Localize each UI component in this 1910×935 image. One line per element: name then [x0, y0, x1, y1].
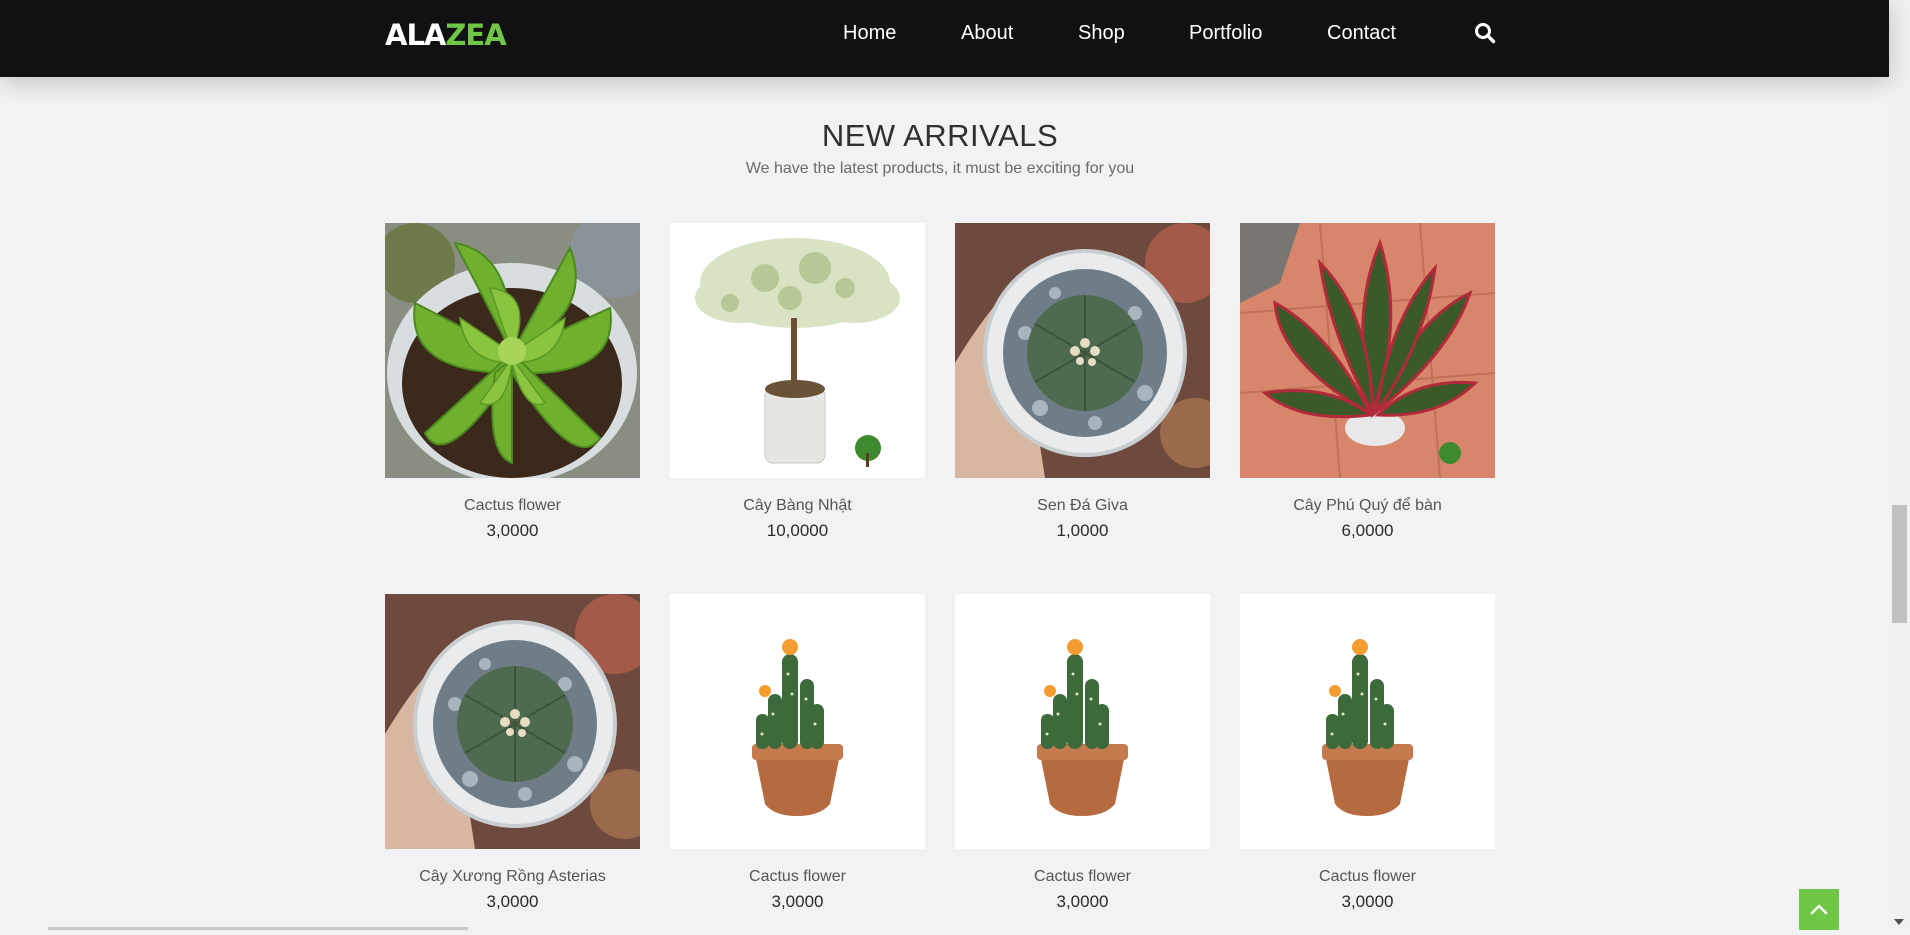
product-image-echeveria[interactable] [385, 223, 640, 478]
product-image-aglaonema[interactable] [1240, 223, 1495, 478]
nav-shop[interactable]: Shop [1078, 21, 1125, 45]
product-card[interactable]: Cactus flower 3,0000 [385, 223, 640, 541]
product-image-astrophytum[interactable] [955, 223, 1210, 478]
product-name[interactable]: Cactus flower [385, 496, 640, 516]
product-price: 3,0000 [1056, 892, 1109, 911]
product-price: 3,0000 [486, 521, 539, 540]
product-name[interactable]: Cây Bàng Nhật [670, 496, 925, 516]
product-name[interactable]: Cactus flower [1240, 867, 1495, 887]
product-price: 3,0000 [771, 892, 824, 911]
product-card[interactable]: Cactus flower 3,0000 [955, 594, 1210, 912]
product-card[interactable]: Cây Xương Rồng Asterias 3,0000 [385, 594, 640, 912]
product-card[interactable]: Cây Bàng Nhật 10,0000 [670, 223, 925, 541]
product-name[interactable]: Sen Đá Giva [955, 496, 1210, 516]
scroll-down-arrow-icon[interactable] [1894, 919, 1904, 925]
product-card[interactable]: Sen Đá Giva 1,0000 [955, 223, 1210, 541]
product-price: 10,0000 [766, 521, 829, 540]
product-image-cactus[interactable] [670, 594, 925, 849]
product-name[interactable]: Cactus flower [670, 867, 925, 887]
scrollbar-thumb[interactable] [1892, 505, 1907, 623]
nav-home[interactable]: Home [843, 21, 896, 45]
product-grid: Cactus flower 3,0000 Cây Bàng Nhật 10,00… [0, 0, 1889, 930]
product-price: 1,0000 [1056, 521, 1109, 540]
product-card[interactable]: Cây Phú Quý để bàn 6,0000 [1240, 223, 1495, 541]
product-name[interactable]: Cây Phú Quý để bàn [1240, 496, 1495, 516]
product-image-bang-tree[interactable] [670, 223, 925, 478]
nav-about[interactable]: About [961, 21, 1013, 45]
product-name[interactable]: Cactus flower [955, 867, 1210, 887]
product-price: 3,0000 [1341, 892, 1394, 911]
page-scrollbar[interactable] [1889, 0, 1910, 930]
nav-contact[interactable]: Contact [1327, 21, 1396, 45]
search-icon[interactable] [1474, 22, 1496, 44]
chevron-up-icon [1810, 904, 1828, 915]
product-image-cactus[interactable] [1240, 594, 1495, 849]
back-to-top-button[interactable] [1799, 889, 1839, 930]
site-header: ALAZEA Home About Shop Portfolio Contact [0, 0, 1889, 77]
product-card[interactable]: Cactus flower 3,0000 [1240, 594, 1495, 912]
product-image-cactus[interactable] [955, 594, 1210, 849]
product-name[interactable]: Cây Xương Rồng Asterias [385, 867, 640, 887]
product-card[interactable]: Cactus flower 3,0000 [670, 594, 925, 912]
product-image-astrophytum[interactable] [385, 594, 640, 849]
product-price: 6,0000 [1341, 521, 1394, 540]
nav-portfolio[interactable]: Portfolio [1189, 21, 1262, 45]
product-price: 3,0000 [486, 892, 539, 911]
main-nav: Home About Shop Portfolio Contact [0, 0, 1889, 77]
